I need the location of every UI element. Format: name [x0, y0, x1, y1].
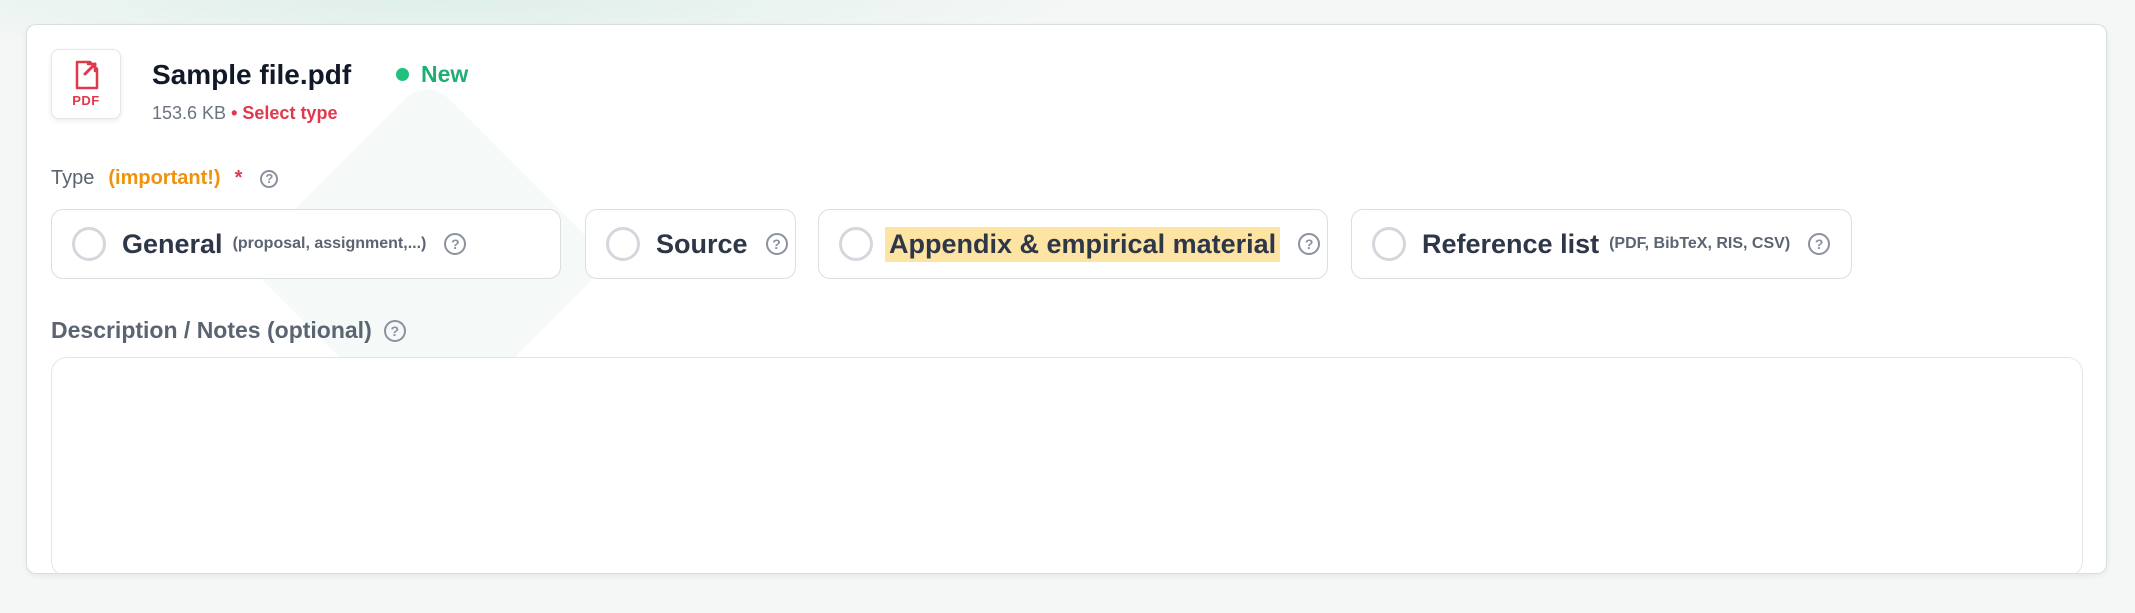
file-meta: 153.6 KB • Select type: [152, 103, 337, 124]
type-field-label: Type (important!) * ?: [51, 167, 279, 190]
option-label: General: [122, 228, 223, 259]
file-type-label: PDF: [72, 93, 100, 108]
type-option-reference-list[interactable]: Reference list (PDF, BibTeX, RIS, CSV) ?: [1351, 209, 1852, 279]
radio-unchecked-icon[interactable]: [1372, 227, 1406, 261]
required-marker: *: [234, 167, 243, 189]
question-circle-icon[interactable]: ?: [383, 319, 406, 342]
pdf-file-icon: PDF: [51, 49, 121, 119]
option-label: Source: [656, 228, 748, 259]
radio-unchecked-icon[interactable]: [72, 227, 106, 261]
question-circle-icon[interactable]: ?: [444, 233, 467, 255]
question-circle-icon[interactable]: ?: [1808, 233, 1831, 255]
type-option-appendix[interactable]: Appendix & empirical material ?: [818, 209, 1328, 279]
important-note: (important!): [108, 167, 221, 189]
green-dot-icon: [396, 68, 409, 81]
option-label: Appendix & empirical material: [885, 226, 1281, 262]
select-type-link[interactable]: Select type: [242, 103, 337, 123]
option-hint: (proposal, assignment,...): [232, 235, 427, 252]
question-circle-icon[interactable]: ?: [260, 169, 279, 188]
type-label: Type: [51, 167, 95, 189]
file-name: Sample file.pdf: [152, 59, 352, 90]
document-icon: [75, 60, 99, 90]
status-text: New: [421, 61, 469, 87]
notes-textarea[interactable]: [51, 357, 2083, 573]
file-size: 153.6 KB: [152, 103, 227, 123]
type-option-source[interactable]: Source ?: [585, 209, 796, 279]
meta-separator: •: [231, 103, 238, 123]
status-badge: New: [396, 61, 468, 88]
file-upload-card: PDF Sample file.pdf New 153.6 KB • Selec…: [26, 24, 2107, 574]
notes-label: Description / Notes (optional): [51, 317, 372, 343]
radio-unchecked-icon[interactable]: [606, 227, 640, 261]
option-hint: (PDF, BibTeX, RIS, CSV): [1609, 235, 1791, 252]
question-circle-icon[interactable]: ?: [765, 233, 788, 255]
question-circle-icon[interactable]: ?: [1298, 233, 1321, 255]
notes-field-label: Description / Notes (optional) ?: [51, 317, 406, 344]
radio-unchecked-icon[interactable]: [839, 227, 873, 261]
option-label: Reference list: [1422, 228, 1600, 259]
type-option-general[interactable]: General (proposal, assignment,...) ?: [51, 209, 561, 279]
